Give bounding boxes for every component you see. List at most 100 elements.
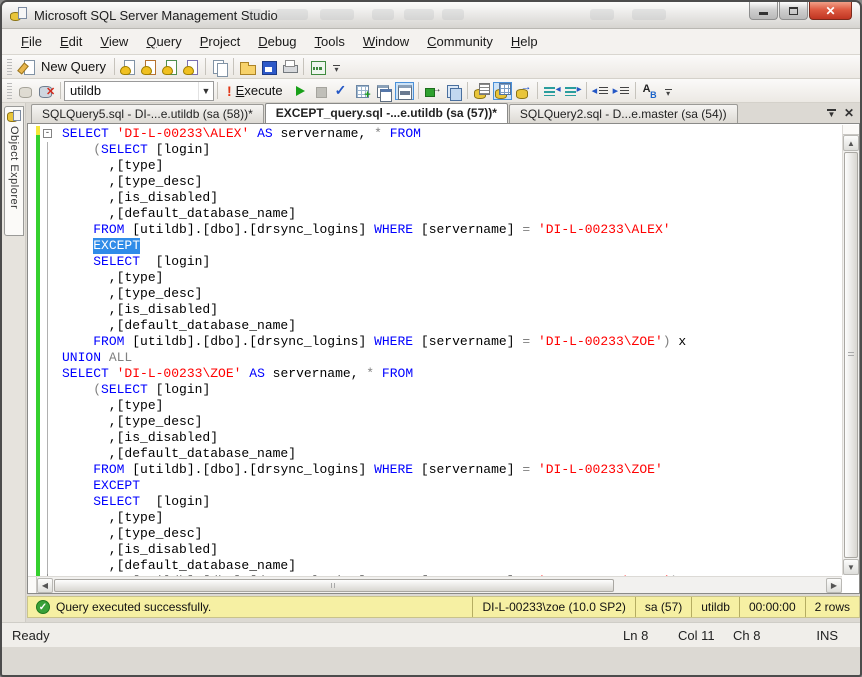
menu-item-tools[interactable]: Tools [306,30,354,53]
standard-toolbar-overflow-icon[interactable]: ▾ [330,60,343,78]
code-line: SELECT [login] [28,254,859,270]
document-tab-2[interactable]: EXCEPT_query.sql -...e.utildb (sa (57))* [265,103,508,123]
menu-item-window[interactable]: Window [354,30,418,53]
document-tab-1[interactable]: SQLQuery5.sql - DI-...e.utildb (sa (58))… [31,104,264,123]
window-title: Microsoft SQL Server Management Studio [34,8,278,23]
results-pane-icon[interactable] [395,82,414,100]
scroll-right-icon[interactable]: ▶ [826,578,842,593]
blurred-region [372,9,394,20]
splitter-handle[interactable] [28,577,37,593]
code-line: (SELECT [login] [28,382,859,398]
blurred-region [632,9,666,20]
estimated-plan-icon[interactable] [353,82,372,100]
scroll-left-icon[interactable]: ◀ [37,578,53,593]
cancel-query-icon[interactable] [311,82,330,100]
scroll-down-icon[interactable]: ▼ [843,559,859,575]
code-line: ,[default_database_name] [28,558,859,574]
status-bar: Ready Ln 8 Col 11 Ch 8 INS [2,622,860,647]
object-explorer-tab[interactable]: Object Explorer [4,106,24,236]
parse-icon[interactable] [332,82,351,100]
status-ch: Ch 8 [733,628,788,643]
minimize-button[interactable] [749,2,778,20]
available-databases-combo[interactable]: utildb▼ [64,81,214,101]
menu-item-community[interactable]: Community [418,30,502,53]
status-ins-mode: INS [788,628,838,643]
code-line: -SELECT 'DI-L-00233\ALEX' AS servername,… [28,126,859,142]
open-file-icon[interactable] [238,58,257,76]
results-to-file-icon[interactable] [514,82,533,100]
horizontal-scrollbar[interactable]: ◀ ▶ [28,576,842,593]
query-options-icon[interactable] [374,82,393,100]
increase-indent-icon[interactable] [612,82,631,100]
code-line: ,[type] [28,510,859,526]
results-to-text-icon[interactable] [472,82,491,100]
fold-collapse-icon[interactable]: - [43,129,52,138]
toolbar-separator [60,82,61,99]
blurred-region [248,9,262,20]
toolbar-separator [537,82,538,99]
debug-icon[interactable] [290,82,309,100]
code-line: ,[is_disabled] [28,542,859,558]
toolbar-separator [418,82,419,99]
analysis-services-dmx-query-icon[interactable] [161,58,180,76]
template-parameters-icon[interactable] [640,82,659,100]
menu-item-debug[interactable]: Debug [249,30,305,53]
code-line: ,[type] [28,158,859,174]
intellisense-enabled-icon[interactable] [423,82,442,100]
vertical-scrollbar[interactable]: ▲ ▼ [842,125,859,575]
combo-dropdown-icon[interactable]: ▼ [198,82,213,100]
results-to-grid-icon[interactable] [493,82,512,100]
row-count: 2 rows [805,597,859,617]
execute-exclamation-icon: ! [227,83,232,99]
execution-message: Query executed successfully. [56,600,472,614]
print-icon[interactable] [280,58,299,76]
menu-item-view[interactable]: View [91,30,137,53]
execution-status-bar: ✓ Query executed successfully. DI-L-0023… [27,596,860,618]
analysis-services-xmla-query-icon[interactable] [182,58,201,76]
activity-monitor-icon[interactable] [308,58,327,76]
blurred-region [404,9,434,20]
left-dock-strip: Object Explorer [2,103,26,622]
code-line: FROM [utildb].[dbo].[drsync_logins] WHER… [28,334,859,350]
connect-icon[interactable] [16,82,35,100]
analysis-services-mdx-query-icon[interactable] [140,58,159,76]
maximize-button[interactable] [779,2,808,20]
sql-editor[interactable]: -SELECT 'DI-L-00233\ALEX' AS servername,… [27,123,860,594]
decrease-indent-icon[interactable] [591,82,610,100]
sql-toolbar-overflow-icon[interactable]: ▾ [662,84,675,102]
uncomment-icon[interactable] [563,82,582,100]
menu-item-query[interactable]: Query [137,30,190,53]
close-document-icon[interactable]: ✕ [844,106,854,120]
comment-out-icon[interactable] [542,82,561,100]
code-line: ,[default_database_name] [28,318,859,334]
code-area[interactable]: -SELECT 'DI-L-00233\ALEX' AS servername,… [28,124,859,593]
menu-item-project[interactable]: Project [191,30,249,53]
code-line: ,[type] [28,270,859,286]
sql-editor-toolbar: utildb▼ !Execute ▾ [2,79,860,103]
sqlcmd-mode-icon[interactable] [444,82,463,100]
menu-item-file[interactable]: File [12,30,51,53]
database-engine-query-icon[interactable] [119,58,138,76]
vertical-scroll-thumb[interactable] [844,152,858,558]
active-files-dropdown-icon[interactable]: ▼ [827,109,836,117]
new-query-button[interactable]: New Query [15,58,111,76]
save-icon[interactable] [259,58,278,76]
document-tab-3[interactable]: SQLQuery2.sql - D...e.master (sa (54)) [509,104,738,123]
code-line: EXCEPT [28,238,859,254]
horizontal-scroll-thumb[interactable] [54,579,614,592]
menu-item-help[interactable]: Help [502,30,547,53]
splitter-handle[interactable] [843,125,859,135]
execute-button[interactable]: !Execute [221,82,289,100]
scroll-up-icon[interactable]: ▲ [843,135,859,151]
blurred-region [320,9,354,20]
status-ready: Ready [12,628,623,643]
sql-compact-query-icon[interactable] [210,58,229,76]
code-line: ,[is_disabled] [28,302,859,318]
toolbar-separator [205,58,206,75]
menu-item-edit[interactable]: Edit [51,30,91,53]
user-info: sa (57) [635,597,691,617]
code-line: ,[type_desc] [28,174,859,190]
change-connection-icon[interactable] [37,82,56,100]
close-button[interactable]: ✕ [809,2,852,20]
database-info: utildb [691,597,739,617]
